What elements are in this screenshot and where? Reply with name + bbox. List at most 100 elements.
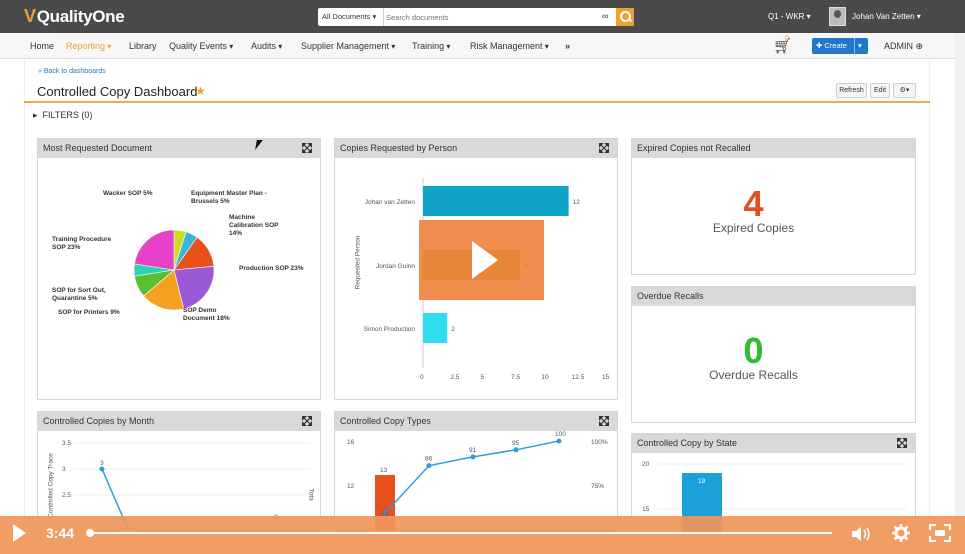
- overdue-count: 0: [743, 330, 764, 371]
- data-label: 2: [451, 326, 455, 333]
- video-play-overlay-button[interactable]: [419, 220, 544, 300]
- y-tick-label: 15: [642, 506, 650, 513]
- y2-tick-label: 100%: [591, 439, 608, 446]
- y2-axis-label: Tota: [307, 488, 315, 501]
- volume-icon[interactable]: [850, 524, 872, 544]
- nav-reporting[interactable]: Reporting: [66, 41, 111, 51]
- nav-training[interactable]: Training: [412, 41, 450, 51]
- video-player-controls: 3:44: [0, 516, 965, 554]
- play-icon[interactable]: [13, 524, 26, 542]
- data-point: [470, 454, 476, 460]
- binoculars-icon[interactable]: ∞: [602, 11, 608, 21]
- nav-supplier-management[interactable]: Supplier Management: [301, 41, 395, 51]
- pie-label: SOP Demo Document 18%: [183, 307, 230, 322]
- avatar[interactable]: [829, 7, 846, 26]
- panel-title: Expired Copies not Recalled: [632, 139, 915, 158]
- data-label: 19: [698, 478, 706, 485]
- pie-label: Machine Calibration SOP 14%: [229, 214, 279, 237]
- favorite-star-icon[interactable]: ★: [195, 84, 206, 98]
- y-tick-label: 2.5: [62, 492, 71, 499]
- x-tick-label: 5: [481, 374, 485, 381]
- nav-home[interactable]: Home: [30, 41, 54, 51]
- filters-toggle[interactable]: ▸ FILTERS (0): [33, 110, 92, 121]
- refresh-button[interactable]: Refresh: [836, 83, 867, 98]
- data-label: 12: [573, 199, 581, 206]
- data-label: 91: [469, 447, 477, 454]
- data-point: [513, 447, 519, 453]
- panel-title: Most Requested Document: [38, 139, 320, 158]
- top-bar: VQualityOne All Documents ▾ ∞ Q1 - WKR ▾…: [0, 0, 965, 33]
- y-tick-label: 12: [347, 483, 355, 490]
- scrollbar[interactable]: [955, 33, 965, 516]
- search-icon[interactable]: [616, 8, 634, 26]
- app-logo[interactable]: VQualityOne: [24, 6, 125, 27]
- x-tick-label: 7.5: [511, 374, 520, 381]
- expand-icon[interactable]: [599, 143, 609, 153]
- expand-icon[interactable]: [599, 416, 609, 426]
- y-tick-label: 3.5: [62, 440, 71, 447]
- panel-copy-types: Controlled Copy Types 16 12 100% 75% 13 59 86 9…: [334, 411, 618, 531]
- progress-bar[interactable]: [88, 532, 832, 534]
- pie-label: Wacker SOP 5%: [103, 190, 153, 197]
- cart-icon[interactable]: 🛒︎: [773, 37, 792, 55]
- pie-label: SOP for Printers 9%: [58, 309, 120, 316]
- edit-button[interactable]: Edit: [870, 83, 890, 98]
- settings-gear-icon[interactable]: ⚙▾: [893, 83, 916, 98]
- panel-expired-copies: Expired Copies not Recalled 4 Expired Co…: [631, 138, 916, 275]
- data-label: 86: [425, 456, 433, 463]
- data-label: 100: [555, 431, 566, 438]
- x-tick-label: 2.5: [450, 374, 459, 381]
- panel-title: Controlled Copy Types: [335, 412, 617, 431]
- pie-label: SOP for Sort Out, Quarantine 5%: [52, 287, 106, 302]
- y-tick-label: 20: [642, 461, 650, 468]
- expired-count: 4: [743, 183, 764, 224]
- pie-label: Production SOP 23%: [239, 265, 304, 272]
- data-label: 3: [100, 460, 104, 467]
- pie-slice: [134, 229, 175, 271]
- nav-risk-management[interactable]: Risk Management: [470, 41, 549, 51]
- y-tick-label: Jordan Guinn: [376, 263, 415, 270]
- x-tick-label: 12.5: [572, 374, 585, 381]
- y-tick-label: 3: [62, 466, 66, 473]
- data-label: 95: [512, 440, 520, 447]
- search-scope-select[interactable]: All Documents ▾: [318, 8, 384, 26]
- x-tick-label: 0: [420, 374, 424, 381]
- create-button[interactable]: ✚ Create ▾: [812, 38, 868, 54]
- nav-quality-events[interactable]: Quality Events: [169, 41, 233, 51]
- bar: [423, 313, 448, 343]
- pie-label: Equipment Master Plan - Brussels 5%: [191, 190, 267, 205]
- expand-icon[interactable]: [897, 438, 907, 448]
- fullscreen-icon[interactable]: [929, 524, 951, 542]
- nav-audits[interactable]: Audits: [251, 41, 282, 51]
- chevron-down-icon[interactable]: ▾: [858, 38, 862, 54]
- user-menu[interactable]: Johan Van Zetten ▾: [852, 12, 921, 21]
- y-tick-label: Johan van Zetten: [365, 199, 416, 206]
- expand-icon[interactable]: [302, 143, 312, 153]
- nav-library[interactable]: Library: [129, 41, 157, 51]
- data-point: [426, 463, 432, 469]
- panel-title: Overdue Recalls: [632, 287, 915, 306]
- admin-menu[interactable]: ADMIN ⊕: [884, 41, 923, 52]
- y2-tick-label: 75%: [591, 483, 604, 490]
- y-tick-label: 16: [347, 439, 355, 446]
- data-point: [99, 466, 105, 472]
- data-point: [556, 438, 562, 444]
- back-to-dashboards-link[interactable]: « Back to dashboards: [38, 68, 106, 75]
- main-nav: Home Reporting Library Quality Events Au…: [0, 33, 965, 59]
- settings-gear-icon[interactable]: [891, 523, 911, 543]
- title-divider: [24, 101, 930, 103]
- progress-handle[interactable]: [86, 529, 94, 537]
- overdue-label: Overdue Recalls: [709, 368, 798, 382]
- search-input[interactable]: [386, 9, 596, 25]
- data-label: 13: [380, 467, 388, 474]
- panel-title: Controlled Copy by State: [632, 434, 915, 453]
- cart-count: 0: [785, 35, 789, 42]
- x-tick-label: 15: [602, 374, 610, 381]
- expired-label: Expired Copies: [712, 221, 795, 235]
- site-selector[interactable]: Q1 - WKR ▾: [768, 12, 811, 21]
- expand-icon[interactable]: [302, 416, 312, 426]
- panel-most-requested: Most Requested Document Wacker SOP 5% Eq…: [37, 138, 321, 400]
- panel-title: Copies Requested by Person: [335, 139, 617, 158]
- nav-more-icon[interactable]: »: [565, 41, 570, 51]
- page-title: Controlled Copy Dashboard: [37, 84, 198, 99]
